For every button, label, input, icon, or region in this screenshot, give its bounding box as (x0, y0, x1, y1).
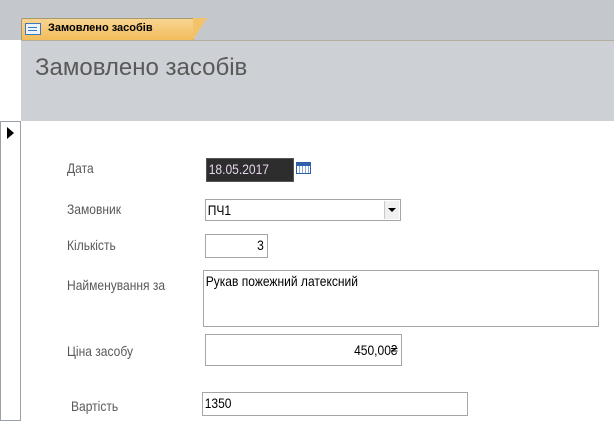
quantity-field[interactable]: 3 (205, 234, 268, 258)
customer-combobox[interactable]: ПЧ1 (205, 199, 401, 221)
item-name-label: Найменування за (67, 277, 166, 293)
page-title: Замовлено засобів (35, 54, 248, 81)
quantity-label: Кількість (67, 237, 116, 253)
tab-edge (193, 18, 207, 40)
quantity-value: 3 (257, 237, 264, 253)
customer-label: Замовник (67, 201, 121, 217)
tab-label: Замовлено засобів (48, 22, 153, 34)
item-name-value: Рукав пожежний латексний (205, 273, 358, 289)
date-label: Дата (67, 160, 94, 176)
cost-value: 1350 (204, 395, 232, 411)
tab-zamovleno-zasobiv[interactable]: Замовлено засобів (21, 18, 194, 40)
item-name-field[interactable]: Рукав пожежний латексний (203, 270, 599, 327)
form-icon (25, 23, 41, 35)
price-label: Ціна засобу (67, 343, 133, 359)
customer-value: ПЧ1 (207, 202, 232, 218)
record-selector[interactable] (0, 121, 21, 421)
current-record-arrow-icon (7, 127, 14, 139)
cost-field[interactable]: 1350 (202, 392, 468, 416)
price-value: 450,00₴ (354, 342, 398, 358)
calendar-icon[interactable] (296, 162, 311, 174)
date-field[interactable]: 18.05.2017 (206, 158, 294, 182)
form-header: Замовлено засобів (21, 40, 614, 121)
date-value: 18.05.2017 (208, 161, 269, 177)
document-tab-bar: Замовлено засобів (0, 0, 614, 40)
cost-label: Вартість (71, 398, 119, 414)
price-field[interactable]: 450,00₴ (205, 334, 402, 366)
chevron-down-icon[interactable] (384, 201, 399, 219)
